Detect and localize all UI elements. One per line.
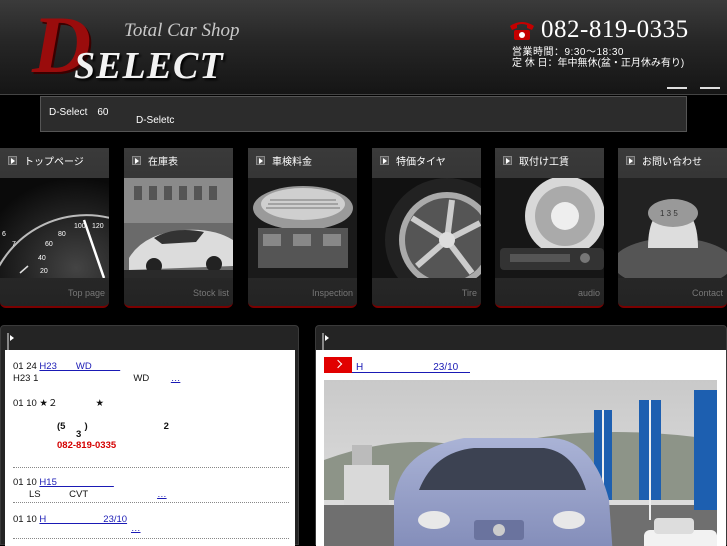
- speaker-image: [495, 176, 604, 278]
- news-text: ★２ ★: [39, 398, 104, 409]
- read-more-link[interactable]: …: [171, 373, 181, 384]
- contact-block: 082-819-0335 営業時間：9:30〜18:30 定 休 日：年中無休(…: [500, 14, 722, 72]
- nav-label: 特価タイヤ: [396, 157, 446, 168]
- logo-wordmark: SELECT: [74, 45, 224, 87]
- svg-text:40: 40: [38, 255, 46, 262]
- holiday-info: 定 休 日：年中無休(盆・正月休み有り): [512, 58, 685, 69]
- phone-row: 082-819-0335: [508, 16, 689, 44]
- news-divider: [13, 467, 289, 468]
- nav-label: 在庫表: [148, 157, 178, 168]
- wheel-image: [372, 178, 481, 302]
- main-nav: トップページ 20 40 60 80 100 120 76 Top page 在庫表: [0, 148, 727, 308]
- svg-text:20: 20: [40, 268, 48, 275]
- news-text: H23 1 WD: [13, 373, 169, 384]
- news-text: LS CVT: [29, 489, 155, 500]
- news-text: (5 ) 2: [57, 421, 169, 432]
- arrow-right-icon: [132, 156, 141, 165]
- svg-text:7: 7: [12, 241, 16, 248]
- arrow-right-icon: [256, 156, 265, 165]
- nav-sublabel: Inspection: [311, 288, 353, 298]
- shift-knob-image: 1 3 5: [618, 178, 727, 288]
- arrow-right-icon: [626, 156, 635, 165]
- info-bar: D-Select 60 D-Seletc: [40, 96, 687, 132]
- svg-text:60: 60: [45, 241, 53, 248]
- news-phone: 082-819-0335: [57, 440, 117, 451]
- svg-text:6: 6: [2, 231, 6, 238]
- header-divider: [667, 87, 687, 89]
- site-header: D Total Car Shop SELECT 082-819-0335 営業時…: [0, 0, 727, 95]
- news-divider: [13, 538, 289, 539]
- featured-title[interactable]: H 23/10: [356, 358, 458, 373]
- nav-label: お問い合わせ: [642, 157, 702, 168]
- nav-label: 取付け工賃: [519, 157, 569, 168]
- info-line-2: D-Seletc: [136, 115, 175, 126]
- nav-sublabel: Top page: [67, 288, 105, 298]
- svg-text:80: 80: [58, 231, 66, 238]
- phone-number[interactable]: 082-819-0335: [541, 16, 689, 44]
- news-date: 01 10: [13, 398, 37, 409]
- read-more-link[interactable]: …: [131, 523, 141, 534]
- nav-sublabel: Contact: [691, 288, 723, 298]
- engine-image: [248, 178, 357, 278]
- svg-text:100: 100: [74, 223, 86, 230]
- nav-item-contact[interactable]: お問い合わせ 1 3 5 Contact: [618, 148, 727, 308]
- nav-sublabel: Stock list: [192, 288, 229, 298]
- nav-sublabel: audio: [577, 288, 600, 298]
- nav-label: 車検料金: [272, 157, 312, 168]
- news-divider: [13, 502, 289, 503]
- news-date: 01 10: [13, 514, 37, 525]
- featured-title-row[interactable]: H 23/10: [324, 357, 470, 373]
- news-list: 01 24 H23 WD H23 1 WD … 01 10 ★２ ★ (5 ) …: [5, 350, 295, 546]
- arrow-right-icon: [380, 156, 389, 165]
- telephone-icon: [508, 19, 536, 41]
- news-item: 01 10 H 23/10: [13, 511, 127, 525]
- nav-sublabel: Tire: [461, 288, 477, 298]
- news-link[interactable]: H 23/10: [39, 514, 127, 525]
- svg-text:120: 120: [92, 223, 104, 230]
- arrow-right-icon: [503, 156, 512, 165]
- news-panel: 01 24 H23 WD H23 1 WD … 01 10 ★２ ★ (5 ) …: [0, 325, 299, 546]
- nav-item-audio[interactable]: 取付け工賃 audio: [495, 148, 604, 308]
- site-logo[interactable]: D Total Car Shop SELECT: [28, 4, 278, 92]
- featured-panel: H 23/10: [315, 325, 727, 546]
- featured-body: H 23/10: [316, 350, 726, 546]
- news-text: 3: [76, 429, 82, 440]
- nav-label: トップページ: [24, 157, 84, 168]
- nav-item-stock-list[interactable]: 在庫表 Stock list: [124, 148, 233, 308]
- sports-car-image: [124, 178, 233, 278]
- featured-car-photo[interactable]: [324, 380, 717, 546]
- nav-item-top-page[interactable]: トップページ 20 40 60 80 100 120 76 Top page: [0, 148, 109, 308]
- logo-tagline: Total Car Shop: [124, 20, 240, 41]
- arrow-right-icon: [8, 156, 17, 165]
- header-divider: [700, 87, 720, 89]
- chevron-right-icon[interactable]: [324, 357, 352, 373]
- info-line-1: D-Select 60: [49, 107, 109, 118]
- speedometer-image: 20 40 60 80 100 120 76: [0, 178, 109, 279]
- news-item: 01 10 ★２ ★: [13, 395, 104, 409]
- nav-item-tire[interactable]: 特価タイヤ Tire: [372, 148, 481, 308]
- svg-text:1 3 5: 1 3 5: [660, 209, 678, 218]
- read-more-link[interactable]: …: [157, 489, 167, 500]
- nav-item-inspection[interactable]: 車検料金 Inspection: [248, 148, 357, 308]
